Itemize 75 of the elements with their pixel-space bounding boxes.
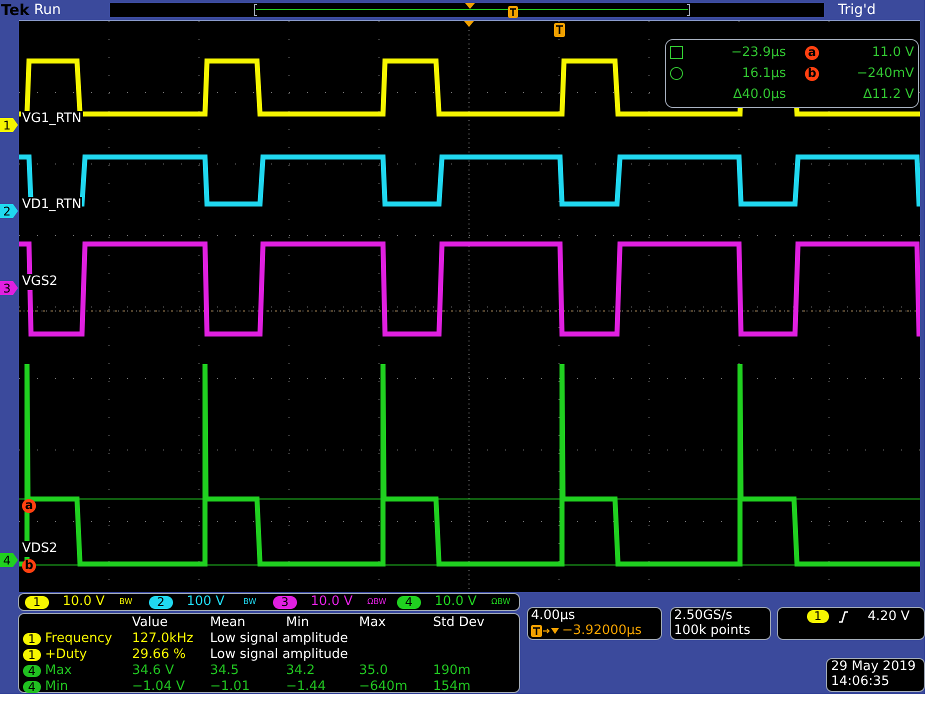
trigger-marker-icon bbox=[554, 23, 565, 37]
cursor-time: 16.1µs bbox=[741, 65, 786, 83]
trigger-source-badge: 1 bbox=[807, 610, 829, 623]
channel-label: VDS2 bbox=[21, 541, 58, 557]
trigger-point-icon bbox=[464, 21, 474, 27]
measurement-value: −1.01 bbox=[210, 679, 250, 694]
measurement-name: Frequency bbox=[45, 631, 112, 647]
channel-badge: 4 bbox=[23, 681, 41, 693]
channel-marker[interactable]: 1 bbox=[0, 118, 19, 132]
sample-rate: 2.50GS/s bbox=[674, 608, 732, 623]
trigger-status: Trig'd bbox=[838, 1, 876, 20]
measurement-value: 35.0 bbox=[359, 663, 388, 678]
trigger-to-expansion-icon bbox=[531, 624, 561, 636]
cursor-marker: a bbox=[22, 499, 36, 513]
trigger-position-icon bbox=[508, 6, 518, 18]
channel-badge[interactable]: 4 bbox=[397, 596, 421, 608]
channel-badge[interactable]: 2 bbox=[149, 596, 173, 608]
column-header: Value bbox=[132, 615, 168, 631]
measurement-value: 127.0kHz bbox=[132, 631, 194, 646]
channel-flags: ΩBW bbox=[367, 597, 388, 607]
measurement-value: −1.44 bbox=[286, 679, 326, 694]
measurement-value: −1.04 V bbox=[132, 679, 185, 694]
measurement-name: Max bbox=[45, 663, 72, 679]
channel-marker[interactable]: 3 bbox=[0, 281, 19, 295]
channel-marker[interactable]: 2 bbox=[0, 204, 19, 218]
measurement-value: Low signal amplitude bbox=[210, 631, 348, 646]
horizontal-delay: −3.92000µs bbox=[562, 623, 642, 638]
measurement-name: Min bbox=[45, 679, 68, 695]
column-header: Std Dev bbox=[433, 615, 484, 631]
measurement-name: +Duty bbox=[45, 647, 87, 663]
measurement-value: 190m bbox=[433, 663, 470, 678]
channel-badge: 4 bbox=[23, 665, 41, 677]
channel-scale: 10.0 V bbox=[434, 593, 478, 612]
date-text: 29 May 2019 bbox=[831, 659, 916, 674]
cursor-value: Δ11.2 V bbox=[862, 86, 914, 104]
channel-marker[interactable]: 4 bbox=[0, 553, 19, 567]
column-header: Mean bbox=[210, 615, 246, 631]
trigger-level: 4.20 V bbox=[868, 609, 910, 624]
cursor-value: 11.0 V bbox=[871, 44, 914, 62]
measurement-value: 34.2 bbox=[286, 663, 315, 678]
cursor-marker: a bbox=[805, 46, 819, 60]
measurement-value: Low signal amplitude bbox=[210, 647, 348, 662]
cursor-time: −23.9µs bbox=[730, 44, 786, 62]
channel-scale: 10.0 V bbox=[310, 593, 354, 612]
cursor-marker: b bbox=[22, 559, 36, 573]
column-header: Max bbox=[359, 615, 386, 631]
horizontal-scale: 4.00µs bbox=[531, 608, 575, 623]
cursor-value: −240mV bbox=[856, 65, 914, 83]
measurement-value: −640m bbox=[359, 679, 408, 694]
channel-badge: 1 bbox=[23, 633, 41, 645]
channel-flags: ΩBW bbox=[491, 597, 512, 607]
measurement-value: 34.6 V bbox=[132, 663, 174, 678]
channel-scale: 10.0 V bbox=[62, 593, 106, 612]
measurement-value: 154m bbox=[433, 679, 470, 694]
channel-label: VD1_RTN bbox=[21, 197, 82, 213]
cursor-time: Δ40.0µs bbox=[732, 86, 786, 104]
square-cursor-icon bbox=[670, 46, 683, 59]
channel-flags: BW bbox=[119, 597, 134, 607]
circle-cursor-icon bbox=[670, 67, 683, 80]
channel-badge: 1 bbox=[23, 649, 41, 661]
measurement-value: 29.66 % bbox=[132, 647, 186, 662]
channel-badge[interactable]: 3 bbox=[273, 596, 297, 608]
record-length: 100k points bbox=[674, 623, 750, 638]
column-header: Min bbox=[286, 615, 310, 631]
time-text: 14:06:35 bbox=[831, 674, 890, 689]
brand-logo: Tek bbox=[1, 0, 30, 20]
cursor-marker: b bbox=[805, 66, 819, 80]
channel-scale: 100 V bbox=[186, 593, 226, 612]
channel-label: VG1_RTN bbox=[21, 111, 82, 127]
measurement-value: 34.5 bbox=[210, 663, 239, 678]
channel-flags: BW bbox=[243, 597, 258, 607]
channel-badge[interactable]: 1 bbox=[25, 596, 49, 608]
run-status: Run bbox=[34, 1, 61, 20]
rising-edge-icon bbox=[838, 610, 848, 622]
channel-label: VGS2 bbox=[21, 274, 58, 290]
